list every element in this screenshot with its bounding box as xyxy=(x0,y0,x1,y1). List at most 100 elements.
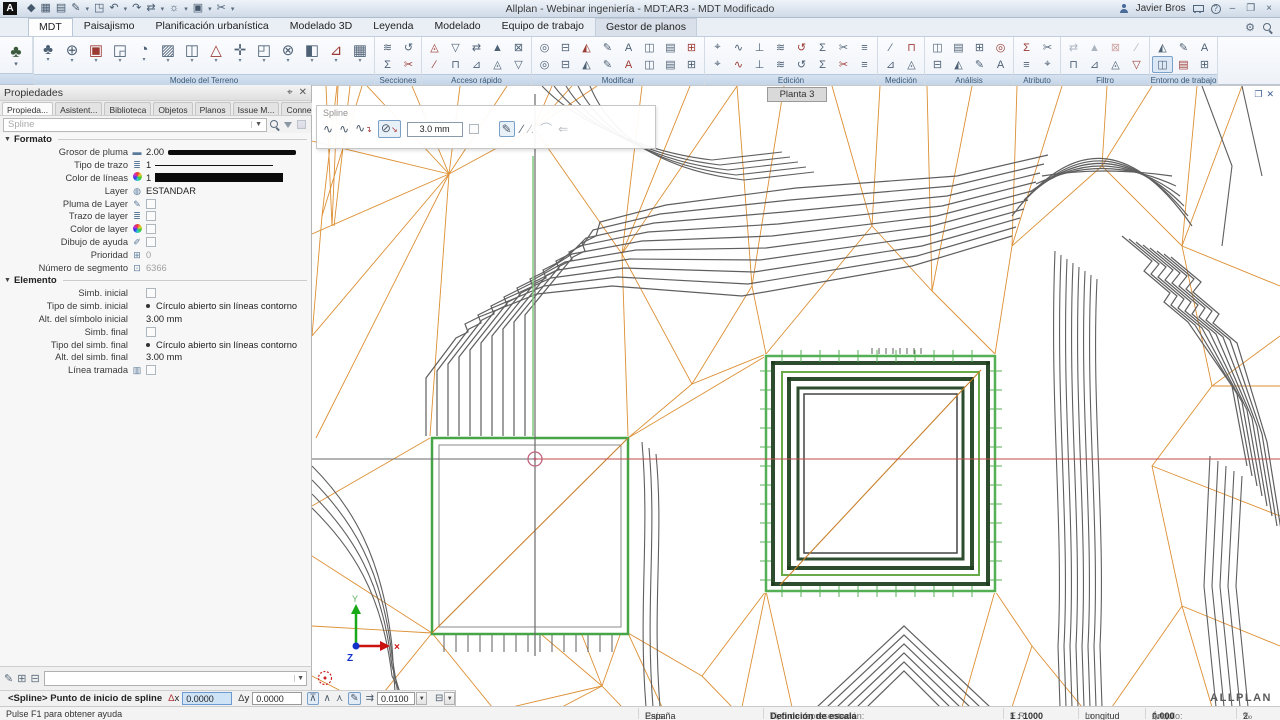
menu-tab-equipo-de-trabajo[interactable]: Equipo de trabajo xyxy=(492,18,594,36)
chevron-down-icon[interactable]: ▾ xyxy=(208,5,212,13)
ribbon-tool-button[interactable]: ⊗▾ xyxy=(276,39,300,65)
folder-open-icon[interactable]: ⊟ xyxy=(30,672,39,685)
ribbon-tool-button[interactable]: ◫ xyxy=(927,39,948,56)
menu-tab-gestor-de-planos[interactable]: Gestor de planos xyxy=(595,18,697,36)
delta-y-input[interactable]: 0.0000 xyxy=(252,692,302,705)
ribbon-tool-button[interactable]: ◰▾ xyxy=(252,39,276,65)
property-value[interactable]: 1 xyxy=(146,160,311,170)
checkbox[interactable] xyxy=(146,199,156,209)
ribbon-tool-button[interactable]: ↺ xyxy=(398,39,419,56)
ribbon-tool-button[interactable]: ◭ xyxy=(576,39,597,56)
ribbon-tool-button[interactable]: ⌖ xyxy=(707,56,728,73)
ribbon-tool-button[interactable]: ▤ xyxy=(1173,56,1194,73)
ribbon-tool-button[interactable]: ◫ xyxy=(639,56,660,73)
ribbon-tool-button[interactable]: ◬ xyxy=(901,56,922,73)
ribbon-tool-button[interactable]: Σ xyxy=(812,56,833,73)
chevron-down-icon[interactable]: ▾ xyxy=(124,5,128,13)
panel-search-icon[interactable] xyxy=(270,120,279,129)
menu-tab-paisajismo[interactable]: Paisajismo xyxy=(74,18,145,36)
ribbon-tool-button[interactable]: A xyxy=(618,39,639,56)
checkbox[interactable] xyxy=(146,237,156,247)
spline-convert-icon[interactable]: ∿↴ xyxy=(355,121,372,137)
ribbon-tool-button[interactable]: ⊞ xyxy=(1194,56,1215,73)
ribbon-tool-button[interactable]: ⊓ xyxy=(445,56,466,73)
ribbon-tool-button[interactable]: ◭ xyxy=(576,56,597,73)
ribbon-tool-button[interactable]: ✎ xyxy=(597,39,618,56)
ribbon-tool-button[interactable]: △▾ xyxy=(204,39,228,65)
ribbon-tool-button[interactable]: ▣▾ xyxy=(84,39,108,65)
ribbon-tool-button[interactable]: ◬ xyxy=(1105,56,1126,73)
ribbon-tool-button[interactable]: ∿ xyxy=(728,56,749,73)
qat-icon[interactable]: ✎ xyxy=(71,3,80,14)
qat-icon[interactable]: ↶ xyxy=(109,3,118,14)
spline-open-icon[interactable]: ∿ xyxy=(323,122,333,136)
ribbon-tool-button[interactable]: ⊟ xyxy=(555,56,576,73)
ribbon-tool-button[interactable]: ▤ xyxy=(660,39,681,56)
ribbon-tool-button[interactable]: ◲▾ xyxy=(108,39,132,65)
length-unit[interactable]: m xyxy=(1085,711,1093,720)
ribbon-tool-button[interactable]: ◬ xyxy=(487,56,508,73)
property-value[interactable] xyxy=(146,224,311,234)
panel-close-icon[interactable]: ✕ xyxy=(299,87,307,98)
ribbon-tool-button[interactable]: ▦▾ xyxy=(348,39,372,65)
qat-icon[interactable]: ⇄ xyxy=(146,3,155,14)
property-value[interactable] xyxy=(146,288,311,298)
checkbox[interactable] xyxy=(146,211,156,221)
ribbon-tool-button[interactable]: ✂ xyxy=(1037,39,1058,56)
ribbon-tool-button[interactable]: ▤ xyxy=(660,56,681,73)
property-value[interactable]: 6366 xyxy=(146,263,311,273)
ribbon-tool-button[interactable]: ◭ xyxy=(1152,39,1173,56)
qat-icon[interactable]: ☼ xyxy=(169,3,179,14)
ribbon-tool-button[interactable]: ⇄ xyxy=(1063,39,1084,56)
property-value[interactable] xyxy=(146,327,311,337)
qat-icon[interactable]: ▦ xyxy=(40,3,50,14)
ribbon-tool-button[interactable]: ✂ xyxy=(833,56,854,73)
property-value[interactable]: Círculo abierto sin líneas contorno xyxy=(146,340,311,350)
qat-icon[interactable]: ◆ xyxy=(27,3,35,14)
ribbon-tool-button[interactable]: ♣▾ xyxy=(36,39,60,65)
panel-tab-objetos[interactable]: Objetos xyxy=(153,102,192,115)
country-value[interactable]: España xyxy=(645,711,676,720)
viewport-restore-icon[interactable]: ❐ xyxy=(1254,89,1262,100)
ribbon-tool-button[interactable]: ≡ xyxy=(1016,56,1037,73)
help-icon[interactable]: ? xyxy=(1211,4,1221,14)
ribbon-tool-button[interactable]: ✂ xyxy=(398,56,419,73)
ribbon-tool-button[interactable]: ⊠ xyxy=(1105,39,1126,56)
ribbon-tool-button[interactable]: ⊞ xyxy=(681,39,702,56)
ribbon-tool-button[interactable]: ◫ xyxy=(1152,56,1173,73)
ribbon-tool-button[interactable]: ✎ xyxy=(597,56,618,73)
ribbon-tool-button[interactable]: ▲ xyxy=(1084,39,1105,56)
checkbox[interactable] xyxy=(146,365,156,375)
drawing-file-tab[interactable]: Planta 3 xyxy=(767,87,827,102)
ribbon-tool-button[interactable]: ⊞ xyxy=(681,56,702,73)
chevron-down-icon[interactable]: ▾ xyxy=(86,5,90,13)
vehicle-dropdown[interactable]: ▼ xyxy=(444,692,455,705)
chevron-down-icon[interactable]: ▾ xyxy=(184,5,188,13)
ribbon-tool-button[interactable]: ◫ xyxy=(639,39,660,56)
filter-funnel-icon[interactable] xyxy=(284,122,292,128)
ribbon-tool-button[interactable]: ◫▾ xyxy=(180,39,204,65)
panel-tab-issue-m-[interactable]: Issue M... xyxy=(233,102,280,115)
search-icon[interactable] xyxy=(1263,23,1272,32)
section-header-formato[interactable]: ▼Formato xyxy=(0,133,311,146)
viewport-close-icon[interactable]: ✕ xyxy=(1266,89,1274,100)
ribbon-tool-button[interactable]: ∕ xyxy=(424,56,445,73)
apply-grid-icon[interactable] xyxy=(297,120,306,129)
qat-icon[interactable]: ▤ xyxy=(56,3,66,14)
chevron-down-icon[interactable]: ▾ xyxy=(161,5,165,13)
ribbon-tool-button[interactable]: ∿ xyxy=(728,39,749,56)
ribbon-tool-button[interactable]: ⊿ xyxy=(880,56,901,73)
pen-icon[interactable]: ✎ xyxy=(4,672,13,685)
panel-tab-asistent-[interactable]: Asistent... xyxy=(55,102,102,115)
ribbon-tool-button[interactable]: ✎ xyxy=(1173,39,1194,56)
ribbon-tool-button[interactable]: ↺ xyxy=(791,56,812,73)
checkbox[interactable] xyxy=(146,288,156,298)
ribbon-tool-button[interactable]: ⊿▾ xyxy=(324,39,348,65)
ribbon-tool-button[interactable]: Σ xyxy=(1016,39,1037,56)
property-value[interactable] xyxy=(146,237,311,247)
line-delete-icon[interactable]: ∕. xyxy=(529,122,534,136)
menu-tab-mdt[interactable]: MDT xyxy=(28,18,73,36)
ribbon-tool-button[interactable]: ≡ xyxy=(854,56,875,73)
ribbon-tool-button[interactable]: Σ xyxy=(812,39,833,56)
ribbon-tool-button[interactable]: Σ xyxy=(377,56,398,73)
